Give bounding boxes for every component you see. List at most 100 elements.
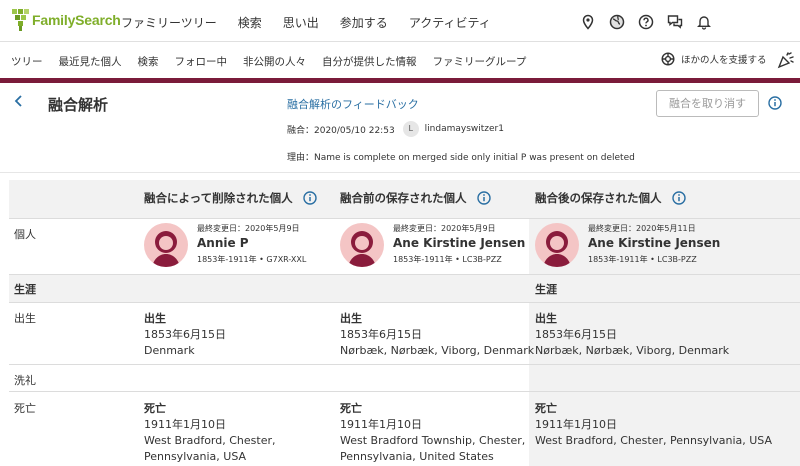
last-modified: 最終変更日：2020年5月9日 [393,224,496,233]
info-icon[interactable] [768,96,782,113]
female-avatar-icon [144,223,188,267]
subnav-recents[interactable]: 最近見た個人 [59,54,122,69]
person-lifespan-id: 1853年-1911年 • LC3B-PZZ [588,255,697,264]
subnav-tree[interactable]: ツリー [11,54,43,69]
event-place: West Bradford, Chester, [144,434,276,447]
birth-event-before: 出生 1853年6月15日 Nørbæk, Nørbæk, Viborg, De… [340,311,534,359]
last-modified: 最終変更日：2020年5月9日 [197,224,300,233]
globe-icon[interactable] [609,14,625,30]
birth-event-deleted: 出生 1853年6月15日 Denmark [144,311,226,359]
event-date: 1853年6月15日 [535,328,617,341]
column-title: 融合前の保存された個人 [340,191,467,205]
section-vitals-result: 生涯 [535,283,557,296]
user-name[interactable]: lindamayswitzer1 [425,124,504,134]
column-title: 融合後の保存された個人 [535,191,662,205]
row-label-christening: 洗礼 [14,374,36,387]
row-label-death: 死亡 [14,402,36,415]
top-icons [567,14,712,30]
event-date: 1853年6月15日 [340,328,422,341]
death-event-deleted: 死亡 1911年1月10日 West Bradford, Chester, Pe… [144,401,276,465]
row-label-birth: 出生 [14,312,36,325]
messages-icon[interactable] [667,14,683,30]
help-icon[interactable] [638,14,654,30]
row-divider [9,218,800,219]
person-name[interactable]: Annie P [197,236,306,250]
row-divider [9,391,800,392]
subnav-my-contributions[interactable]: 自分が提供した情報 [322,54,417,69]
tree-logo-icon [12,9,30,31]
person-lifespan-id: 1853年-1911年 • LC3B-PZZ [393,255,502,264]
event-title: 出生 [535,312,557,325]
death-event-after: 死亡 1911年1月10日 West Bradford, Chester, Pe… [535,401,772,449]
female-avatar-icon [340,223,384,267]
event-date: 1911年1月10日 [144,418,226,431]
accent-bar [0,78,800,83]
row-divider [9,302,800,303]
subnav-find[interactable]: 検索 [138,54,159,69]
person-name[interactable]: Ane Kirstine Jensen [393,236,525,250]
person-card-deleted[interactable]: 最終変更日：2020年5月9日 Annie P 1853年-1911年 • G7… [144,223,306,267]
location-pin-icon[interactable] [580,14,596,30]
info-icon[interactable] [302,191,317,205]
column-header-before: 融合前の保存された個人 [340,190,491,206]
person-card-before[interactable]: 最終変更日：2020年5月9日 Ane Kirstine Jensen 1853… [340,223,525,267]
event-date: 1911年1月10日 [535,418,617,431]
event-place: Nørbæk, Nørbæk, Viborg, Denmark [340,344,535,357]
subnav-private-people[interactable]: 非公開の人々 [243,54,306,69]
help-others-link[interactable]: ほかの人を支援する [661,52,767,66]
last-modified: 最終変更日：2020年5月11日 [588,224,696,233]
celebration-icon[interactable] [777,51,795,72]
event-place: Nørbæk, Nørbæk, Viborg, Denmark [535,344,730,357]
event-place: West Bradford, Chester, Pennsylvania, US… [535,434,773,447]
bell-icon[interactable] [696,14,712,30]
help-others-label: ほかの人を支援する [681,55,767,66]
familysearch-logo[interactable]: FamilySearch [12,9,121,31]
birth-event-after: 出生 1853年6月15日 Nørbæk, Nørbæk, Viborg, De… [535,311,729,359]
event-title: 死亡 [340,402,362,415]
female-avatar-icon [535,223,579,267]
menu-get-involved[interactable]: 参加する [340,14,388,31]
main-menu: ファミリーツリー 検索 思い出 参加する アクティビティ [121,14,512,31]
person-lifespan-id: 1853年-1911年 • G7XR-XXL [197,255,307,264]
row-label-person: 個人 [14,228,36,241]
column-header-after: 融合後の保存された個人 [535,190,686,206]
event-date: 1911年1月10日 [340,418,422,431]
user-avatar: L [402,121,419,137]
subnav-family-groups[interactable]: ファミリーグループ [433,54,527,69]
menu-search[interactable]: 検索 [238,14,262,31]
column-title: 融合によって削除された個人 [144,191,293,205]
info-icon[interactable] [671,191,686,205]
event-place: Denmark [144,344,195,357]
row-divider [9,364,800,365]
menu-family-tree[interactable]: ファミリーツリー [121,14,217,31]
column-header-deleted: 融合によって削除された個人 [144,190,317,206]
event-place: West Bradford Township, Chester, [340,434,526,447]
page-title: 融合解析 [48,96,109,114]
menu-activities[interactable]: アクティビティ [409,14,491,31]
top-nav: FamilySearch ファミリーツリー 検索 思い出 参加する アクティビテ… [0,0,800,42]
event-place-cont: Pennsylvania, United States [340,450,494,463]
menu-memories[interactable]: 思い出 [283,14,319,31]
event-title: 死亡 [144,402,166,415]
undo-merge-button[interactable]: 融合を取り消す [656,90,759,117]
event-place-cont: Pennsylvania, USA [144,450,247,463]
feedback-link[interactable]: 融合解析のフィードバック [287,96,419,112]
person-card-after[interactable]: 最終変更日：2020年5月11日 Ane Kirstine Jensen 185… [535,223,720,267]
section-row-bg [9,274,529,302]
divider [0,172,800,173]
event-title: 死亡 [535,402,557,415]
brand-name: FamilySearch [32,12,121,28]
person-name[interactable]: Ane Kirstine Jensen [588,236,720,250]
subnav-following[interactable]: フォロー中 [175,54,228,69]
merge-info: 融合：2020/05/10 22:53 L lindamayswitzer1 [287,121,504,137]
merge-reason: 理由：Name is complete on merged side only … [287,153,635,163]
event-title: 出生 [144,312,166,325]
info-icon[interactable] [476,191,491,205]
help-others-icon [661,52,675,66]
row-divider [9,274,800,275]
back-chevron-icon[interactable] [14,95,24,111]
merge-date: 融合：2020/05/10 22:53 [287,125,395,136]
death-event-before: 死亡 1911年1月10日 West Bradford Township, Ch… [340,401,525,465]
row-label-vitals: 生涯 [14,283,36,296]
event-title: 出生 [340,312,362,325]
